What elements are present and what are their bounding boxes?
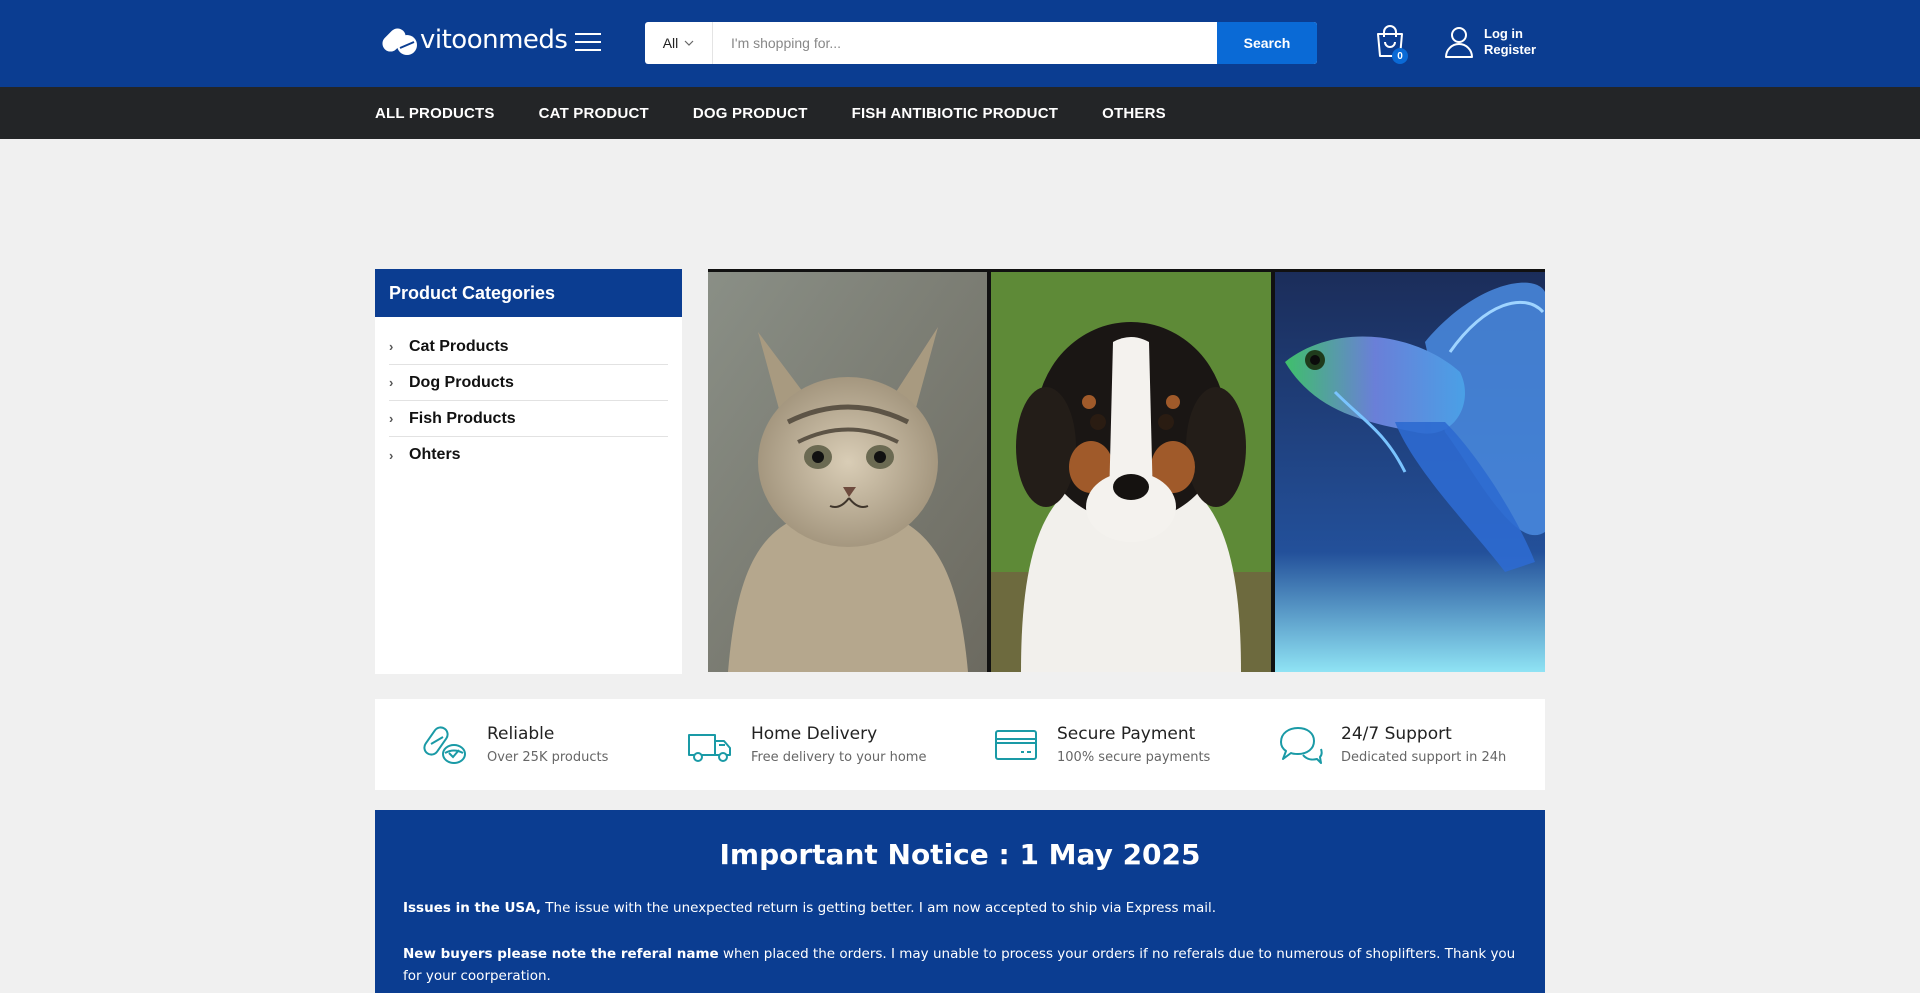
feature-subtitle: Over 25K products: [487, 750, 609, 765]
chevron-right-icon: ›: [389, 339, 394, 354]
cart-count-badge: 0: [1392, 48, 1408, 64]
category-label: Fish Products: [409, 409, 516, 427]
notice-paragraph-2-lead: New buyers please note the referal name: [403, 946, 719, 962]
pill-logo-icon: [382, 28, 417, 55]
nav-item-others[interactable]: OTHERS: [1102, 105, 1166, 122]
pills-icon: [423, 725, 466, 764]
feature-subtitle: Free delivery to your home: [751, 750, 927, 765]
notice-paragraph-1: Issues in the USA, The issue with the un…: [403, 897, 1517, 919]
product-categories-panel: Product Categories › Cat Products › Dog …: [375, 269, 682, 674]
search-bar: All Search: [645, 22, 1317, 64]
user-icon: [1445, 27, 1473, 58]
credit-card-icon: [995, 729, 1037, 760]
category-label: Ohters: [409, 446, 461, 463]
feature-title: Home Delivery: [751, 724, 878, 744]
nav-item-fish-antibiotic-product[interactable]: FISH ANTIBIOTIC PRODUCT: [852, 105, 1059, 122]
feature-subtitle: Dedicated support in 24h: [1341, 750, 1507, 765]
menu-toggle-icon[interactable]: [575, 33, 601, 53]
login-link[interactable]: Log in: [1484, 26, 1536, 42]
notice-paragraph-1-text: The issue with the unexpected return is …: [540, 900, 1217, 916]
feature-reliable: Reliable Over 25K products: [423, 699, 608, 790]
chevron-right-icon: ›: [389, 411, 394, 426]
feature-subtitle: 100% secure payments: [1057, 750, 1211, 765]
chevron-right-icon: ›: [389, 447, 394, 463]
notice-title: Important Notice : 1 May 2025: [719, 838, 1201, 871]
main-nav: ALL PRODUCTS CAT PRODUCT DOG PRODUCT FIS…: [0, 87, 1920, 139]
chevron-down-icon: [684, 40, 694, 46]
chevron-right-icon: ›: [389, 375, 394, 390]
category-item-fish-products[interactable]: › Fish Products: [389, 401, 668, 437]
notice-paragraph-2: New buyers please note the referal name …: [403, 943, 1517, 987]
nav-item-all-products[interactable]: ALL PRODUCTS: [375, 105, 495, 122]
category-label: Dog Products: [409, 373, 514, 391]
cart-button[interactable]: 0: [1374, 24, 1408, 64]
chat-icon: [1280, 726, 1323, 764]
category-item-dog-products[interactable]: › Dog Products: [389, 365, 668, 401]
feature-secure-payment: Secure Payment 100% secure payments: [993, 699, 1210, 790]
nav-item-cat-product[interactable]: CAT PRODUCT: [539, 105, 649, 122]
feature-title: Secure Payment: [1057, 724, 1196, 744]
search-category-value: All: [662, 35, 679, 51]
product-categories-title: Product Categories: [375, 269, 682, 317]
important-notice: Important Notice : 1 May 2025 Issues in …: [375, 810, 1545, 993]
search-input[interactable]: [713, 22, 1217, 64]
notice-paragraph-1-lead: Issues in the USA,: [403, 900, 541, 916]
logo-text: vitoonmeds: [420, 25, 568, 55]
search-category-select[interactable]: All: [645, 22, 713, 64]
kitten-image: [708, 272, 987, 672]
account-area: Log in Register: [1444, 26, 1536, 58]
truck-icon: [688, 733, 731, 762]
puppy-image: [991, 272, 1271, 672]
category-label: Cat Products: [409, 337, 509, 355]
feature-support: 24/7 Support Dedicated support in 24h: [1277, 699, 1506, 790]
features-strip: Reliable Over 25K products Home Delivery…: [375, 699, 1545, 790]
hero-banner[interactable]: [708, 269, 1545, 672]
guppy-fish-image: [1275, 272, 1545, 672]
feature-title: Reliable: [487, 724, 555, 744]
register-link[interactable]: Register: [1484, 42, 1536, 58]
feature-home-delivery: Home Delivery Free delivery to your home: [687, 699, 926, 790]
site-logo[interactable]: vitoonmeds: [378, 22, 568, 58]
site-header: vitoonmeds All Search 0 Log in Register: [0, 0, 1920, 87]
nav-item-dog-product[interactable]: DOG PRODUCT: [693, 105, 808, 122]
category-item-cat-products[interactable]: › Cat Products: [389, 329, 668, 365]
category-item-others[interactable]: › Ohters: [389, 437, 668, 473]
feature-title: 24/7 Support: [1341, 724, 1452, 744]
search-button[interactable]: Search: [1217, 22, 1317, 64]
